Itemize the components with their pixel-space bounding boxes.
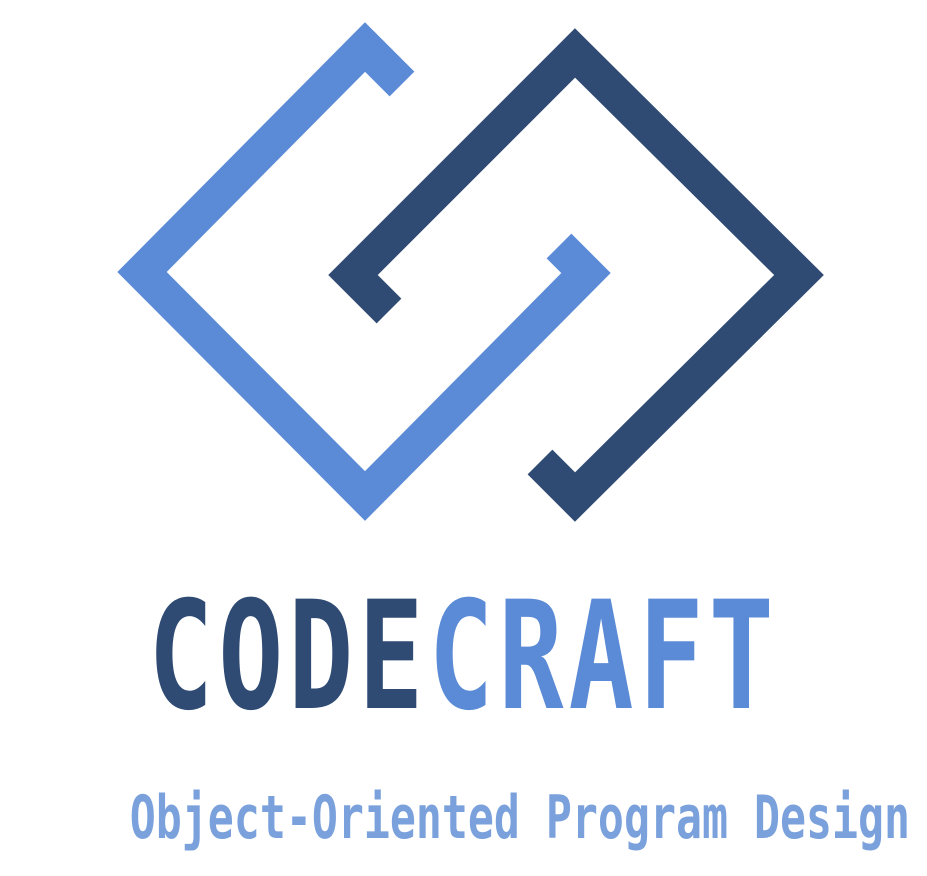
tagline: Object-Oriented Program Design — [129, 783, 911, 853]
brand-name-craft: CRAFT — [428, 570, 779, 744]
logo-page: CODECRAFT Object-Oriented Program Design — [0, 0, 927, 876]
brand-name-code: CODE — [148, 570, 429, 744]
interlocking-brackets-icon — [117, 22, 824, 522]
brand-name: CODECRAFT — [130, 572, 797, 742]
